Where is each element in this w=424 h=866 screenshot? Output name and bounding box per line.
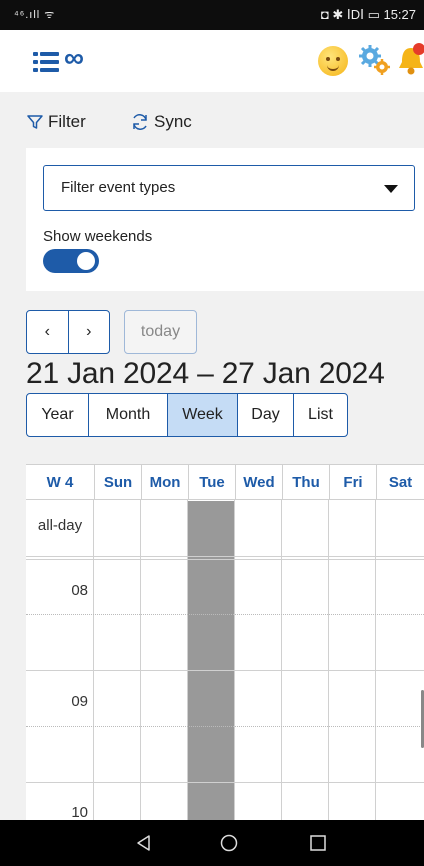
hour-label: 08	[71, 582, 88, 599]
date-range-title: 21 Jan 2024 – 27 Jan 2024	[26, 357, 385, 390]
all-day-label: all-day	[37, 517, 83, 534]
toolbar: Filter Sync	[0, 92, 424, 148]
signal-wifi-indicator: ⁴⁶.ıll ᯤ	[14, 9, 56, 21]
system-nav-bar	[0, 820, 424, 866]
day-header-sat[interactable]: Sat	[376, 465, 424, 499]
view-switcher: Year Month Week Day List	[26, 393, 348, 437]
day-header-mon[interactable]: Mon	[141, 465, 188, 499]
event-type-select-placeholder: Filter event types	[61, 179, 176, 196]
infinity-icon[interactable]: ∞	[64, 42, 84, 74]
today-button[interactable]: today	[124, 310, 197, 354]
next-button[interactable]: ›	[67, 311, 110, 353]
list-icon[interactable]	[33, 52, 59, 72]
show-weekends-label: Show weekends	[43, 228, 153, 245]
day-header-tue[interactable]: Tue	[188, 465, 235, 499]
view-day-button[interactable]: Day	[237, 394, 293, 436]
show-weekends-toggle[interactable]	[43, 249, 99, 273]
emoji-icon[interactable]	[318, 46, 348, 76]
back-icon[interactable]	[134, 833, 154, 853]
day-header-sun[interactable]: Sun	[94, 465, 141, 499]
recents-icon[interactable]	[308, 833, 328, 853]
prev-button[interactable]: ‹	[27, 311, 68, 353]
day-header-thu[interactable]: Thu	[282, 465, 329, 499]
sync-button[interactable]: Sync	[130, 110, 192, 134]
status-bar: ⁴⁶.ıll ᯤ ◘ ✱ ⅠDⅠ ▭ 15:27	[0, 0, 424, 30]
view-year-button[interactable]: Year	[27, 394, 88, 436]
app-header: ∞	[0, 30, 424, 92]
toggle-knob	[77, 252, 95, 270]
today-column-highlight	[187, 501, 234, 820]
sync-label: Sync	[154, 112, 192, 131]
hour-label: 10	[71, 804, 88, 820]
status-right-indicators: ◘ ✱ ⅠDⅠ ▭ 15:27	[320, 7, 416, 22]
gear-icon[interactable]	[358, 44, 390, 76]
sync-icon	[133, 114, 147, 130]
caret-down-icon	[384, 185, 398, 193]
calendar-header-row: W 4 Sun Mon Tue Wed Thu Fri Sat	[26, 464, 424, 500]
filter-label: Filter	[48, 112, 86, 131]
hour-label: 09	[71, 693, 88, 710]
event-type-select[interactable]: Filter event types	[43, 165, 415, 211]
funnel-icon	[27, 115, 43, 129]
view-week-button[interactable]: Week	[167, 394, 237, 436]
filter-panel: Filter event types Show weekends	[26, 148, 424, 291]
view-month-button[interactable]: Month	[88, 394, 167, 436]
day-header-fri[interactable]: Fri	[329, 465, 376, 499]
week-number-header: W 4	[46, 473, 74, 491]
bell-icon[interactable]	[396, 40, 424, 80]
home-icon[interactable]	[219, 833, 239, 853]
prev-next-group: ‹ ›	[26, 310, 110, 354]
week-calendar: W 4 Sun Mon Tue Wed Thu Fri Sat all-day …	[26, 464, 424, 820]
day-header-wed[interactable]: Wed	[235, 465, 282, 499]
view-list-button[interactable]: List	[293, 394, 347, 436]
filter-button[interactable]: Filter	[26, 110, 86, 134]
